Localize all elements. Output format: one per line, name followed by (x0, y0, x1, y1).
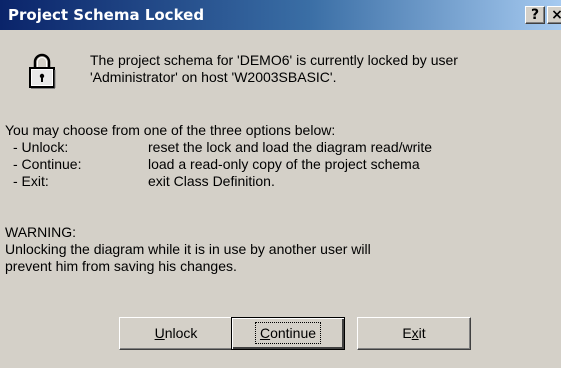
warning-line-2: prevent him from saving his changes. (5, 258, 237, 274)
message-line-2: 'Administrator' on host 'W2003SBASIC'. (90, 69, 337, 85)
exit-button-label: Exit (399, 324, 428, 342)
title-bar[interactable]: Project Schema Locked ? × (0, 0, 561, 30)
unlock-mnemonic: U (154, 325, 165, 341)
continue-rest: ontinue (270, 325, 317, 341)
exit-button[interactable]: Exit (357, 317, 471, 350)
warning-heading: WARNING: (5, 224, 77, 240)
option-unlock: - Unlock: reset the lock and load the di… (5, 139, 432, 156)
exit-pre: E (402, 325, 412, 341)
warning-line-1: Unlocking the diagram while it is in use… (5, 241, 371, 257)
lock-icon (29, 53, 56, 89)
options-block: You may choose from one of the three opt… (5, 122, 432, 190)
continue-button[interactable]: Continue (231, 317, 345, 350)
close-button[interactable]: × (547, 6, 561, 24)
option-continue: - Continue: load a read-only copy of the… (5, 156, 420, 173)
option-desc: exit Class Definition. (148, 173, 275, 189)
unlock-button[interactable]: Unlock (119, 317, 233, 350)
option-key: - Exit: (13, 173, 49, 189)
dialog-window: Project Schema Locked ? × The project sc… (0, 0, 561, 368)
exit-rest: it (418, 325, 426, 341)
dialog-title: Project Schema Locked (8, 6, 205, 24)
message-line-1: The project schema for 'DEMO6' is curren… (90, 52, 458, 68)
warning-block: WARNING: Unlocking the diagram while it … (5, 224, 371, 275)
continue-mnemonic: C (259, 325, 271, 341)
option-desc: reset the lock and load the diagram read… (148, 139, 433, 155)
options-intro: You may choose from one of the three opt… (5, 122, 336, 138)
help-button[interactable]: ? (525, 6, 545, 24)
unlock-button-label: Unlock (152, 324, 201, 342)
option-desc: load a read-only copy of the project sch… (148, 156, 420, 172)
exit-mnemonic: x (411, 325, 419, 341)
unlock-rest: nlock (164, 325, 198, 341)
option-exit: - Exit: exit Class Definition. (5, 173, 335, 190)
continue-button-label: Continue (254, 322, 322, 344)
option-key: - Unlock: (13, 139, 69, 155)
option-key: - Continue: (13, 156, 82, 172)
lock-message: The project schema for 'DEMO6' is curren… (90, 52, 550, 86)
